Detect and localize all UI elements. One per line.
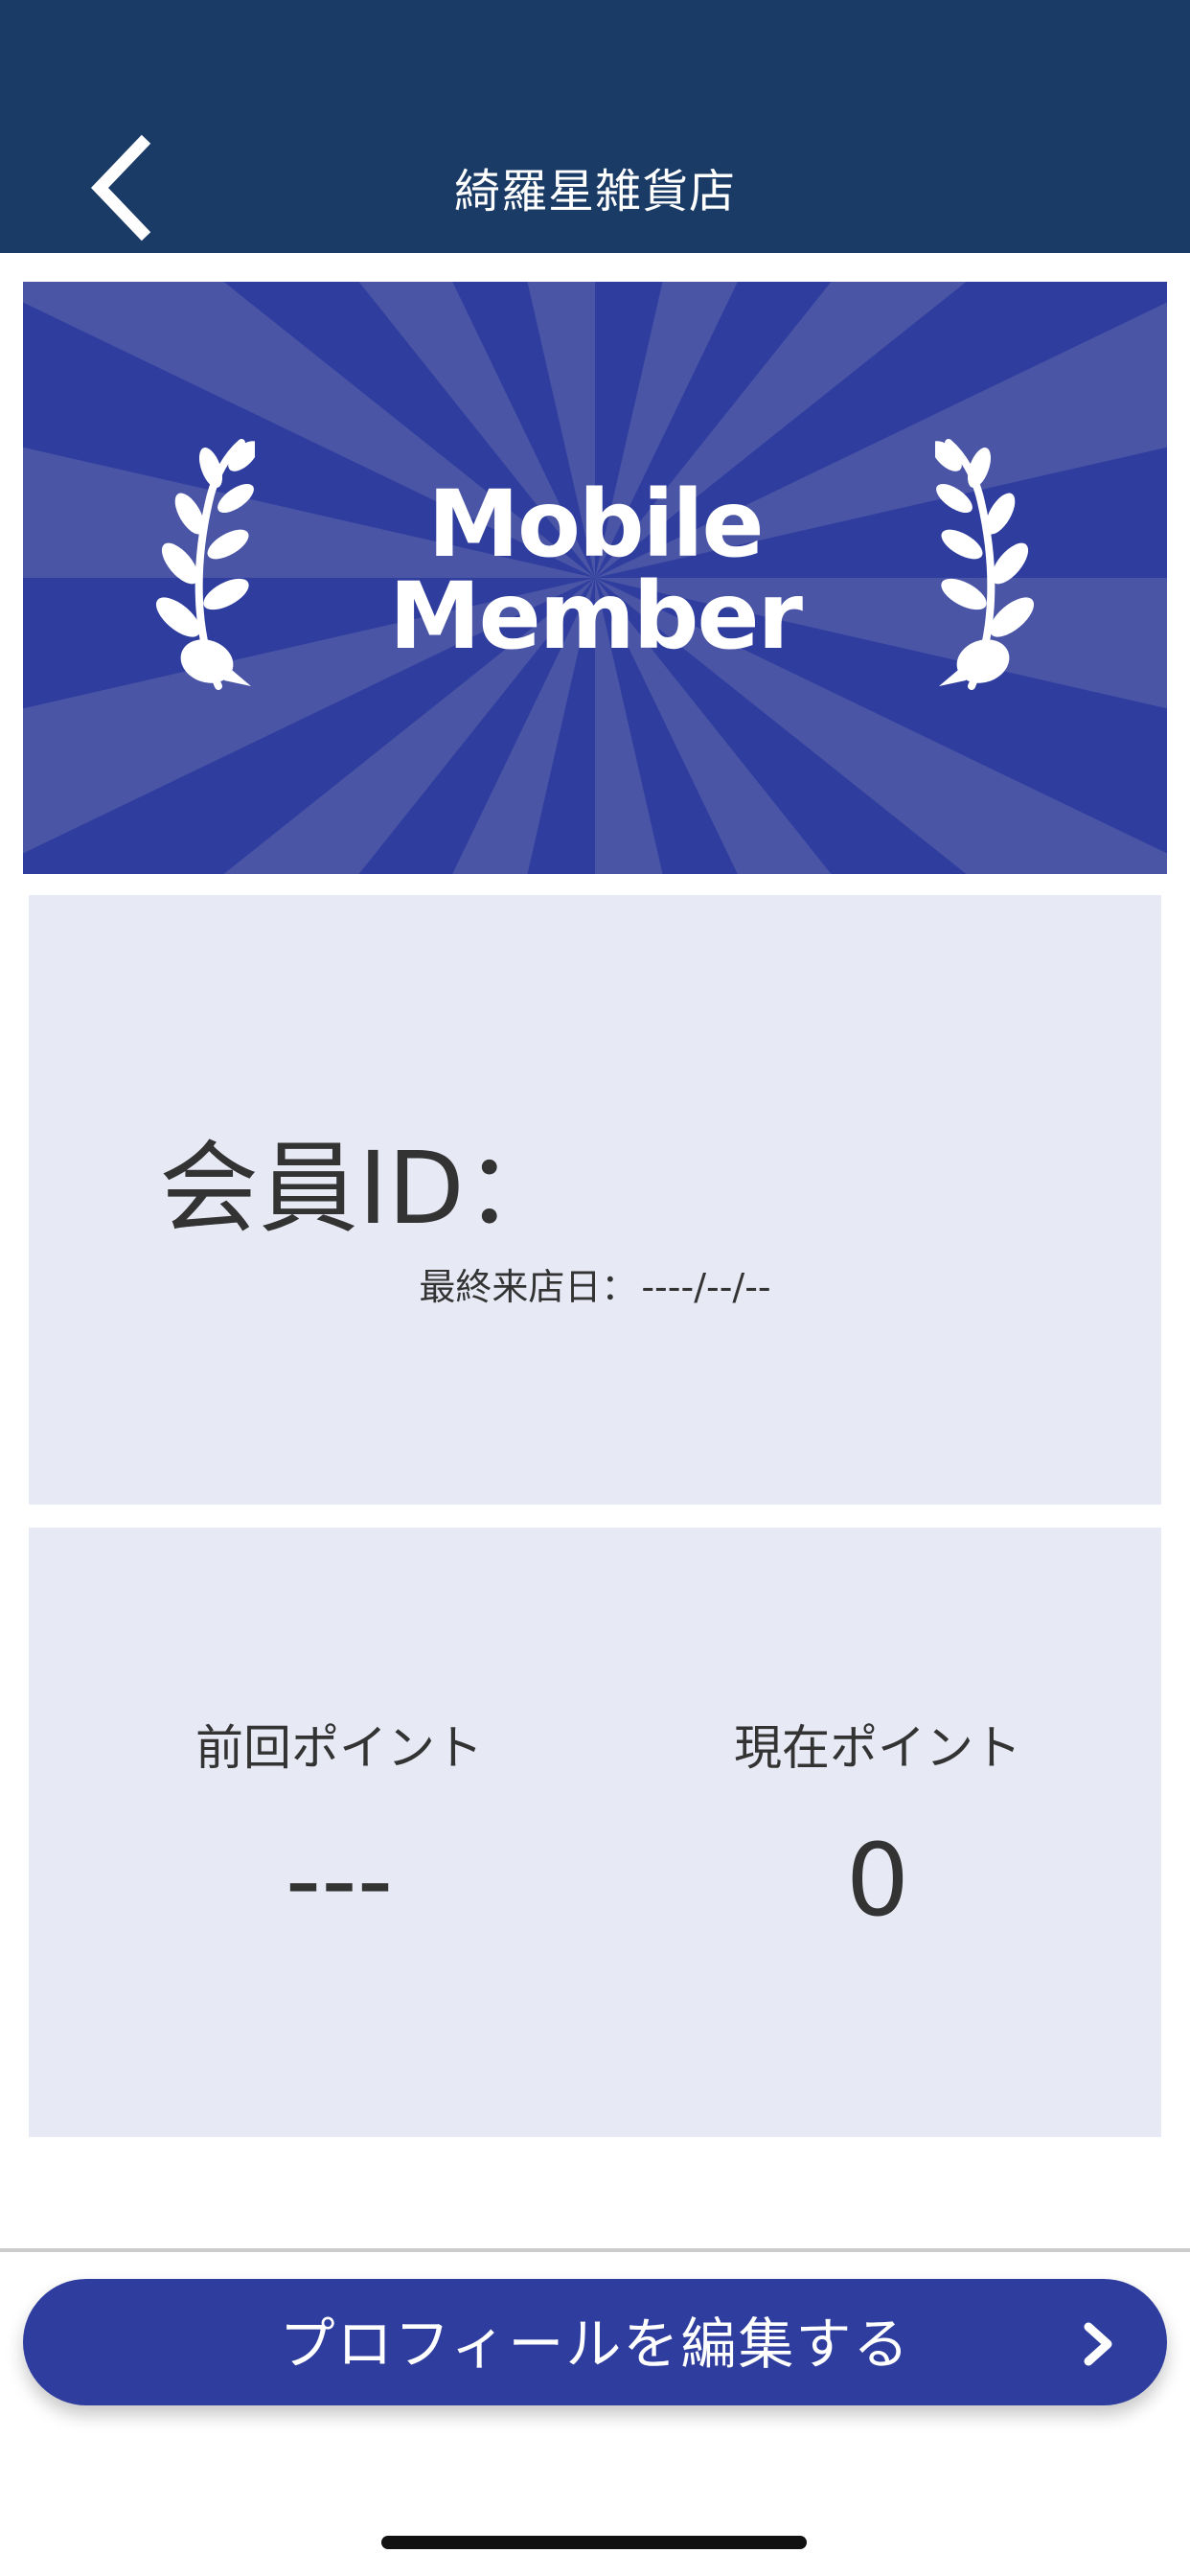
member-card: 会員ID： 最終来店日： ----/--/-- [29, 895, 1161, 1505]
page-title: 綺羅星雑貨店 [453, 165, 736, 218]
previous-points-value: --- [285, 1822, 394, 1939]
current-points-value: 0 [845, 1822, 910, 1939]
edit-profile-label: プロフィールを編集する [279, 2312, 911, 2377]
mobile-member-banner: Mobile Member [23, 282, 1167, 874]
chevron-right-icon [1079, 2321, 1117, 2371]
last-visit: 最終来店日： ----/--/-- [29, 1257, 1161, 1310]
edit-profile-button[interactable]: プロフィールを編集する [23, 2279, 1167, 2405]
points-card: 前回ポイント --- 現在ポイント 0 [29, 1528, 1161, 2137]
previous-points: 前回ポイント --- [29, 1719, 650, 1938]
member-id-label: 会員ID： [159, 1130, 564, 1247]
current-points-label: 現在ポイント [734, 1720, 1021, 1776]
footer-divider [0, 2248, 1190, 2252]
current-points: 現在ポイント 0 [600, 1719, 1156, 1938]
last-visit-value: ----/--/-- [641, 1266, 771, 1308]
home-indicator [381, 2536, 807, 2549]
previous-points-label: 前回ポイント [195, 1720, 483, 1776]
laurel-icon [935, 435, 1039, 694]
last-visit-label: 最終来店日： [419, 1266, 638, 1308]
navigation-bar: 綺羅星雑貨店 [0, 0, 1190, 253]
